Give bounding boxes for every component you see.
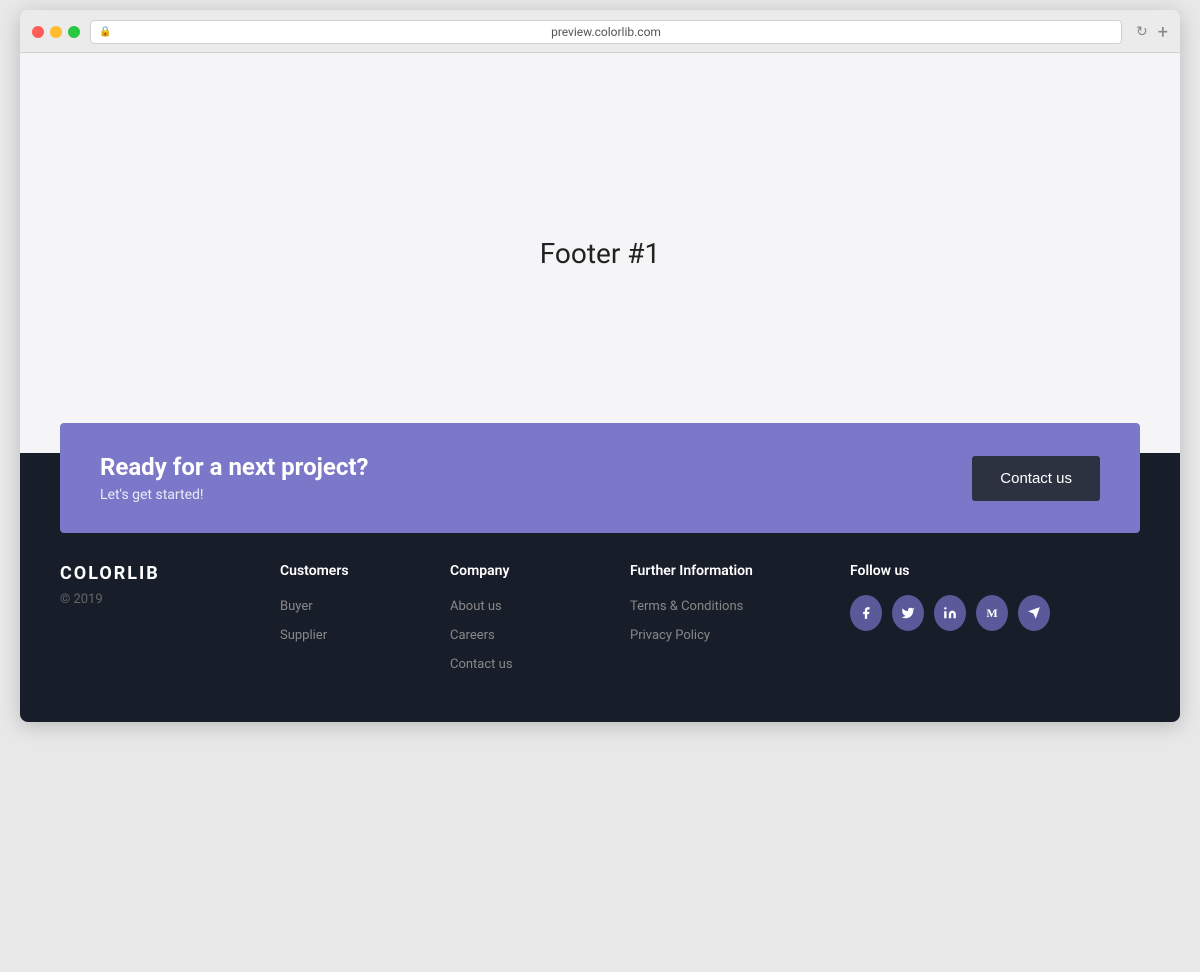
supplier-link[interactable]: Supplier — [280, 628, 327, 643]
cta-banner: Ready for a next project? Let's get star… — [60, 423, 1140, 533]
list-item: Careers — [450, 624, 610, 643]
careers-link[interactable]: Careers — [450, 628, 495, 643]
browser-chrome: preview.colorlib.com ↻ + — [20, 10, 1180, 53]
privacy-link[interactable]: Privacy Policy — [630, 628, 710, 643]
telegram-icon[interactable] — [1018, 595, 1050, 631]
footer-col-company: Company About us Careers Contact us — [450, 563, 610, 682]
traffic-lights — [32, 26, 80, 38]
copyright-text: © 2019 — [60, 592, 260, 607]
page-content-area: Footer #1 — [20, 53, 1180, 453]
social-icons: M — [850, 595, 1050, 631]
medium-icon[interactable]: M — [976, 595, 1008, 631]
cta-text: Ready for a next project? Let's get star… — [100, 453, 368, 503]
cta-heading: Ready for a next project? — [100, 453, 368, 481]
list-item: Buyer — [280, 595, 430, 614]
customers-heading: Customers — [280, 563, 430, 579]
footer-col-customers: Customers Buyer Supplier — [280, 563, 430, 682]
browser-window: preview.colorlib.com ↻ + Footer #1 Ready… — [20, 10, 1180, 722]
social-heading: Follow us — [850, 563, 1050, 579]
further-info-heading: Further Information — [630, 563, 830, 579]
maximize-button[interactable] — [68, 26, 80, 38]
url-text: preview.colorlib.com — [551, 25, 661, 39]
company-list: About us Careers Contact us — [450, 595, 610, 672]
facebook-icon[interactable] — [850, 595, 882, 631]
buyer-link[interactable]: Buyer — [280, 599, 313, 614]
address-bar[interactable]: preview.colorlib.com — [90, 20, 1122, 44]
social-section: Follow us M — [850, 563, 1050, 682]
cta-subtext: Let's get started! — [100, 487, 368, 503]
footer-bottom: COLORLIB © 2019 Customers Buyer Supplier… — [20, 563, 1180, 722]
list-item: Privacy Policy — [630, 624, 830, 643]
close-button[interactable] — [32, 26, 44, 38]
contact-us-link[interactable]: Contact us — [450, 657, 513, 672]
list-item: Supplier — [280, 624, 430, 643]
cta-contact-button[interactable]: Contact us — [972, 456, 1100, 501]
about-us-link[interactable]: About us — [450, 599, 502, 614]
footer-col-further-info: Further Information Terms & Conditions P… — [630, 563, 830, 682]
refresh-button[interactable]: ↻ — [1136, 24, 1148, 40]
company-heading: Company — [450, 563, 610, 579]
new-tab-button[interactable]: + — [1158, 22, 1168, 43]
customers-list: Buyer Supplier — [280, 595, 430, 643]
twitter-icon[interactable] — [892, 595, 924, 631]
linkedin-icon[interactable] — [934, 595, 966, 631]
terms-link[interactable]: Terms & Conditions — [630, 599, 743, 614]
page-title: Footer #1 — [540, 237, 661, 270]
minimize-button[interactable] — [50, 26, 62, 38]
list-item: Contact us — [450, 653, 610, 672]
further-info-list: Terms & Conditions Privacy Policy — [630, 595, 830, 643]
footer-brand: COLORLIB © 2019 — [60, 563, 260, 682]
list-item: Terms & Conditions — [630, 595, 830, 614]
footer-section: Ready for a next project? Let's get star… — [20, 453, 1180, 722]
list-item: About us — [450, 595, 610, 614]
brand-name: COLORLIB — [60, 563, 260, 584]
